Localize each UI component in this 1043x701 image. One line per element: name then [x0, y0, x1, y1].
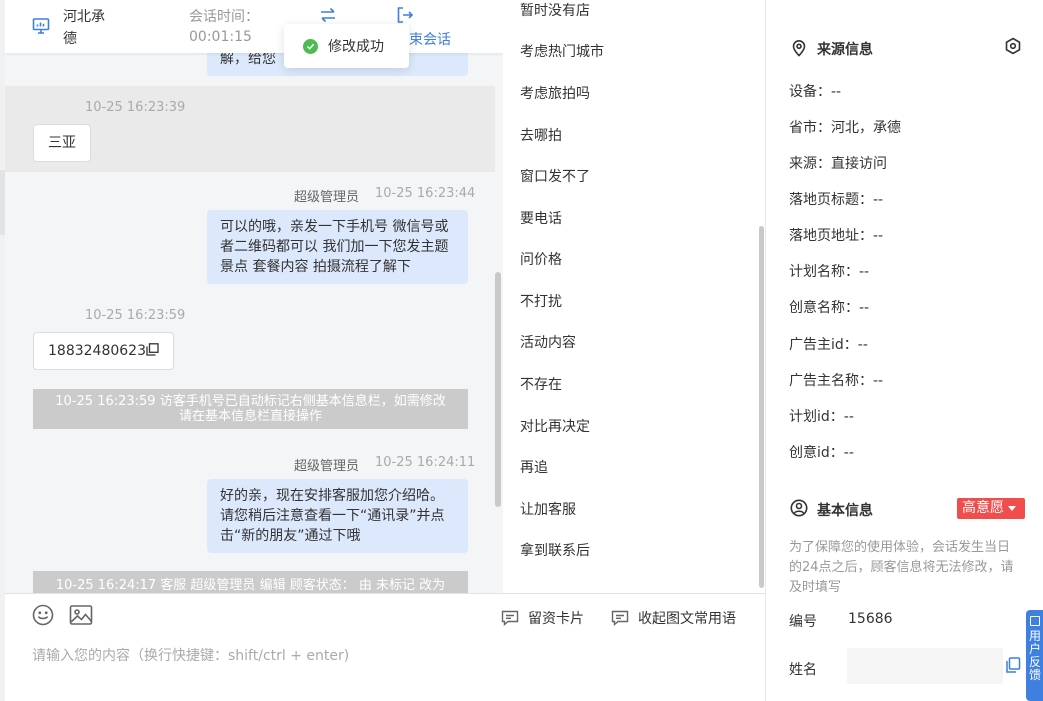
system-notice: 10-25 16:24:17 客服 超级管理员 编辑 顾客状态： 由 未标记 改…: [33, 571, 468, 593]
basic-info-title: 基本信息: [817, 503, 873, 519]
message-time: 10-25 16:23:59: [85, 308, 186, 323]
info-row: 创意名称：--: [789, 300, 870, 316]
phrase-item[interactable]: 暂时没有店: [520, 0, 590, 20]
customer-message: 三亚: [33, 124, 91, 162]
phrase-item[interactable]: 问价格: [520, 249, 562, 269]
number-label: 编号: [789, 614, 817, 630]
phrases-scrollbar[interactable]: [759, 226, 764, 588]
message-time: 10-25 16:24:11: [375, 455, 476, 470]
quick-phrases-panel: 暂时没有店 考虑热门城市 考虑旅拍吗 去哪拍 窗口发不了 要电话 问价格 不打扰…: [503, 0, 765, 593]
phrase-item[interactable]: 再追: [520, 457, 548, 477]
phrase-item[interactable]: 去哪拍: [520, 125, 562, 145]
info-row: 来源：直接访问: [789, 156, 887, 172]
message-line: 好的亲，现在安排客服加您介绍哈。: [220, 488, 444, 504]
phrase-item[interactable]: 不存在: [520, 374, 562, 394]
agent-message: 好的亲，现在安排客服加您介绍哈。 请您稍后注意查看一下“通讯录”并点 击“新的朋…: [207, 479, 468, 553]
message-time: 10-25 16:23:39: [85, 100, 186, 115]
info-row: 创意id：--: [789, 445, 854, 461]
phrase-item[interactable]: 活动内容: [520, 332, 576, 352]
copy-icon[interactable]: [1005, 657, 1021, 673]
info-row: 省市：河北，承德: [789, 120, 901, 136]
info-row: 设备：--: [789, 84, 842, 100]
source-info-title: 来源信息: [817, 42, 873, 58]
notice-line: 10-25 16:23:59 访客手机号已自动标记右侧基本信息栏，如需修改: [55, 394, 446, 409]
message-card-icon: [501, 610, 519, 626]
toggle-phrases-button[interactable]: 收起图文常用语: [611, 608, 736, 628]
feedback-icon: [1030, 616, 1040, 626]
exit-icon[interactable]: [396, 6, 414, 24]
phrase-item[interactable]: 不打扰: [520, 291, 562, 311]
message-card-icon: [611, 610, 629, 626]
check-circle-icon: [303, 38, 318, 54]
customer-info-panel: 来源信息 设备：-- 省市：河北，承德 来源：直接访问 落地页标题：-- 落地页…: [765, 0, 1043, 701]
intent-value: 高意愿: [962, 500, 1004, 516]
message-line: 请您稍后注意查看一下“通讯录”并点: [220, 508, 445, 524]
transfer-icon[interactable]: [319, 6, 337, 24]
phrase-item[interactable]: 考虑热门城市: [520, 41, 604, 61]
notice-line: 请在基本信息栏直接操作: [178, 409, 322, 424]
lead-card-button[interactable]: 留资卡片: [501, 608, 584, 628]
chat-header: 河北承德 会话时间： 00:01:15 结束会话: [5, 0, 503, 53]
feedback-tab[interactable]: 用户反馈: [1026, 610, 1043, 701]
message-line: 景点 套餐内容 拍摄流程了解下: [220, 259, 411, 275]
info-row: 广告主名称：--: [789, 373, 884, 389]
number-value: 15686: [848, 611, 893, 627]
chat-panel: 河北承德 会话时间： 00:01:15 结束会话 修改成功 解，给您 10-25…: [5, 0, 503, 593]
phrase-item[interactable]: 对比再决定: [520, 416, 590, 436]
message-sender: 超级管理员: [294, 190, 360, 205]
info-row: 落地页标题：--: [789, 192, 884, 208]
info-row: 广告主id：--: [789, 337, 868, 353]
phrase-item[interactable]: 考虑旅拍吗: [520, 83, 590, 103]
settings-hex-icon[interactable]: [1004, 37, 1022, 55]
message-input[interactable]: [32, 644, 732, 668]
message-text: 解，给您: [220, 51, 276, 67]
visitor-location: 河北承德: [63, 9, 105, 47]
intent-dropdown[interactable]: 高意愿: [957, 498, 1025, 519]
phrase-item[interactable]: 让加客服: [520, 499, 576, 519]
session-time-value: 00:01:15: [189, 29, 252, 45]
agent-message: 可以的哦，亲发一下手机号 微信号或 者二维码都可以 我们加一下您发主题 景点 套…: [207, 210, 468, 284]
caret-down-icon: [1008, 505, 1016, 511]
message-line: 可以的哦，亲发一下手机号 微信号或: [220, 219, 449, 235]
chat-scrollbar[interactable]: [495, 272, 501, 507]
monitor-icon: [32, 18, 50, 34]
toast-text: 修改成功: [328, 39, 384, 55]
message-sender: 超级管理员: [294, 459, 360, 474]
user-circle-icon: [790, 499, 808, 517]
image-icon[interactable]: [69, 604, 93, 626]
phrase-item[interactable]: 拿到联系后: [520, 540, 590, 560]
message-composer: 留资卡片 收起图文常用语: [5, 593, 765, 701]
name-label: 姓名: [789, 662, 817, 678]
phrase-item[interactable]: 要电话: [520, 208, 562, 228]
copy-icon[interactable]: [146, 343, 159, 356]
session-time-label: 会话时间：: [189, 9, 259, 25]
customer-message: 18832480623: [33, 332, 174, 370]
feedback-label: 用户反馈: [1029, 629, 1042, 682]
message-line: 击“新的朋友”通过下哦: [220, 528, 361, 544]
lead-card-label: 留资卡片: [528, 611, 584, 627]
phrase-item[interactable]: 窗口发不了: [520, 166, 590, 186]
edit-deadline-notice: 为了保障您的使用体验，会话发生当日的24点之后，顾客信息将无法修改，请及时填写: [789, 540, 1014, 595]
name-input[interactable]: [847, 648, 1003, 684]
message-line: 者二维码都可以 我们加一下您发主题: [220, 239, 449, 255]
info-row: 计划id：--: [789, 409, 854, 425]
notice-line: 10-25 16:24:17 客服 超级管理员 编辑 顾客状态： 由 未标记 改…: [55, 578, 446, 593]
message-time: 10-25 16:23:44: [375, 186, 476, 201]
success-toast: 修改成功: [284, 24, 409, 68]
info-row: 落地页地址：--: [789, 228, 884, 244]
phone-number-text: 18832480623: [48, 343, 146, 359]
system-notice: 10-25 16:23:59 访客手机号已自动标记右侧基本信息栏，如需修改 请在…: [33, 389, 468, 429]
location-pin-icon: [792, 40, 806, 57]
emoji-icon[interactable]: [32, 604, 54, 626]
toggle-phrases-label: 收起图文常用语: [638, 611, 736, 627]
info-row: 计划名称：--: [789, 264, 870, 280]
